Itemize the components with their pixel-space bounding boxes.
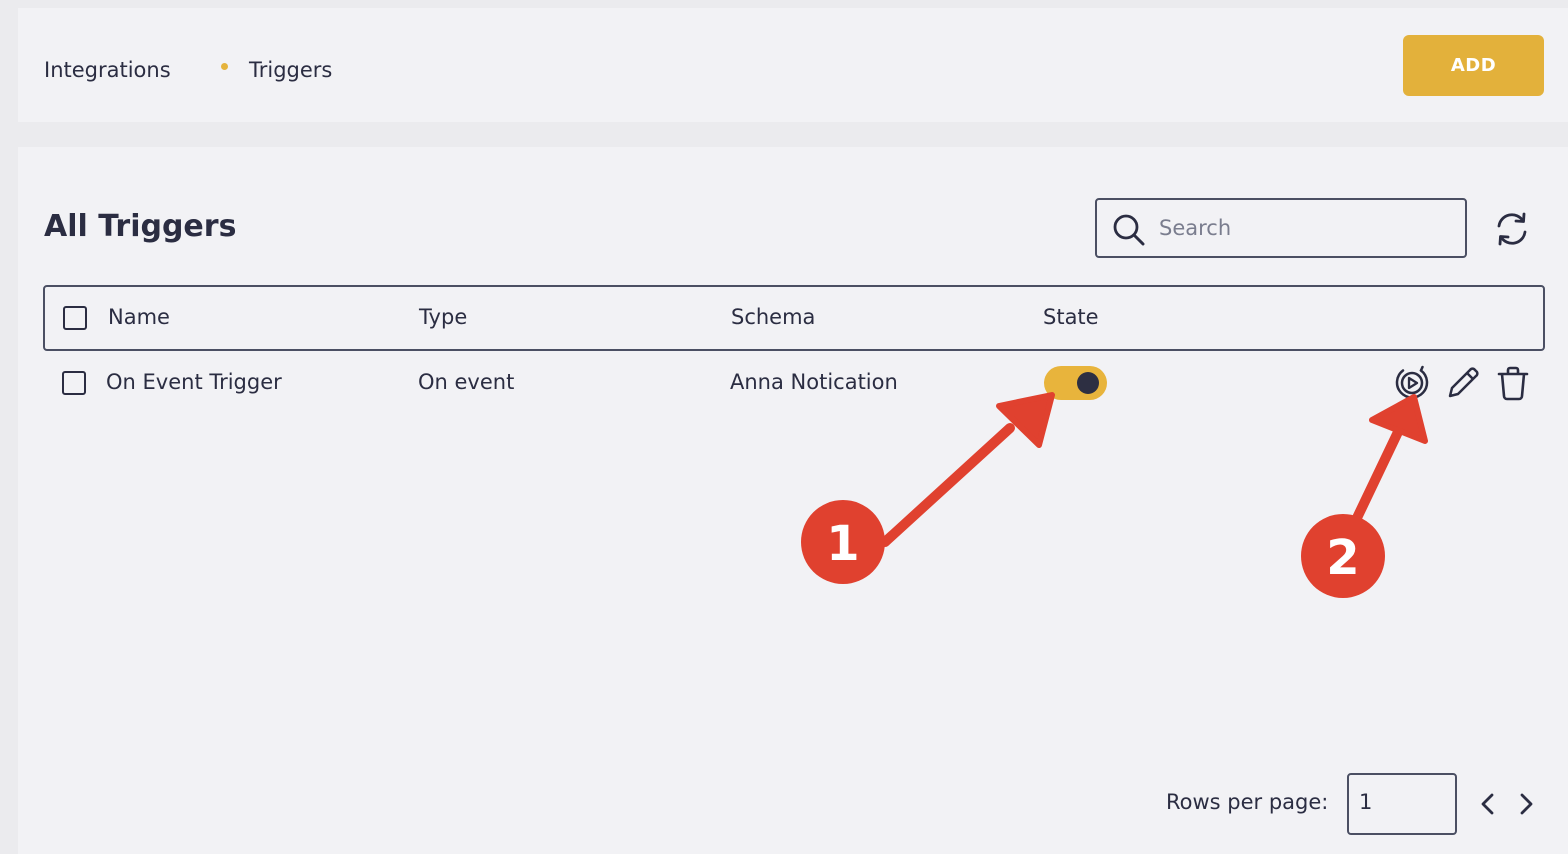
rows-per-page-input[interactable]: 1 [1347, 773, 1457, 835]
rows-per-page-label: Rows per page: [1166, 790, 1329, 814]
breadcrumb-separator [221, 63, 228, 70]
row-checkbox[interactable] [62, 371, 86, 395]
trigger-type: On event [418, 370, 515, 394]
chevron-right-icon[interactable] [1514, 790, 1538, 818]
search-box[interactable] [1095, 198, 1467, 258]
refresh-icon[interactable] [1492, 209, 1532, 249]
edit-icon[interactable] [1444, 364, 1482, 402]
column-header-name[interactable]: Name [108, 305, 170, 329]
top-bar: Integrations Triggers ADD [18, 8, 1568, 122]
table-header: Name Type Schema State [43, 285, 1545, 351]
search-icon [1113, 214, 1145, 246]
chevron-left-icon[interactable] [1476, 790, 1500, 818]
delete-icon[interactable] [1494, 364, 1532, 402]
column-header-type[interactable]: Type [419, 305, 467, 329]
trigger-name: On Event Trigger [106, 370, 282, 394]
trigger-schema: Anna Notication [730, 370, 898, 394]
toggle-knob [1077, 372, 1099, 394]
search-input[interactable] [1159, 210, 1449, 246]
run-icon[interactable] [1393, 364, 1431, 402]
state-toggle[interactable] [1044, 366, 1107, 400]
add-button[interactable]: ADD [1403, 35, 1544, 96]
column-header-schema[interactable]: Schema [731, 305, 815, 329]
triggers-panel: All Triggers Name Type Schema State On E… [18, 147, 1568, 854]
column-header-state[interactable]: State [1043, 305, 1099, 329]
select-all-checkbox[interactable] [63, 306, 87, 330]
page-title: All Triggers [44, 209, 237, 244]
breadcrumb-triggers: Triggers [249, 58, 333, 82]
breadcrumb-integrations[interactable]: Integrations [44, 58, 171, 82]
